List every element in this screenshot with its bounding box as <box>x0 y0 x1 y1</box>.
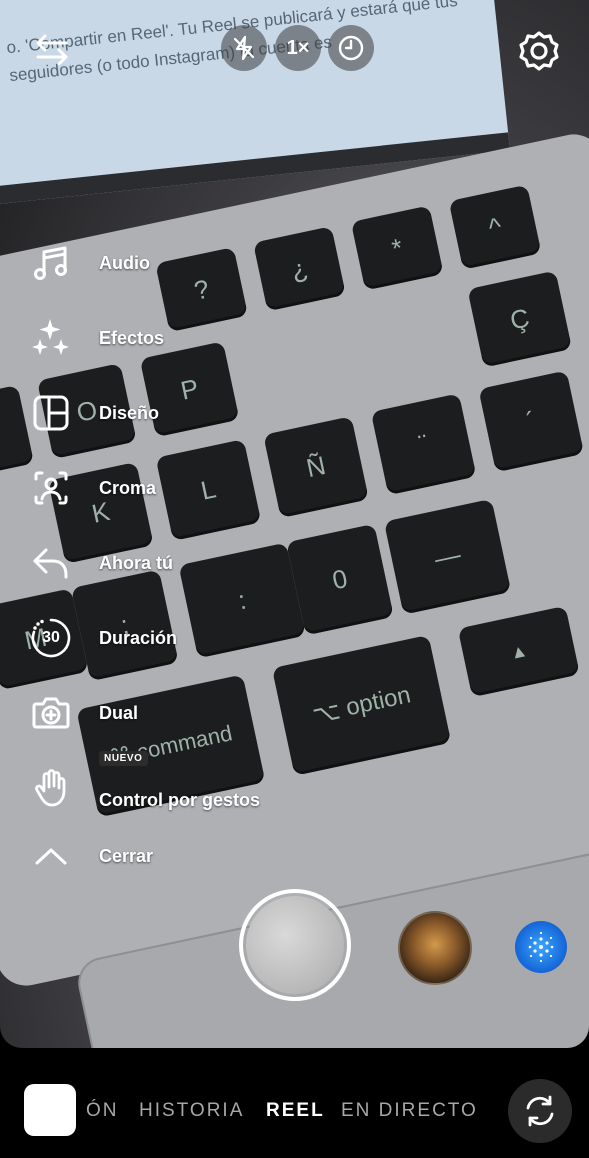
switch-camera-side-icon[interactable] <box>30 28 74 72</box>
effect-thumbnail-dots[interactable] <box>515 921 567 973</box>
menu-item-close[interactable]: Cerrar <box>26 831 326 881</box>
menu-item-dual[interactable]: Dual <box>26 688 326 738</box>
menu-item-label: Diseño <box>99 402 160 423</box>
bottom-bar: ÓN HISTORIA REEL EN DIRECTO <box>0 1048 589 1158</box>
menu-item-green-screen[interactable]: Croma <box>26 463 326 513</box>
menu-item-label: Croma <box>99 477 157 498</box>
hand-icon <box>26 763 76 813</box>
mode-tab-live[interactable]: EN DIRECTO <box>341 1100 478 1122</box>
shutter-button[interactable] <box>239 889 351 1001</box>
dual-camera-icon <box>26 688 76 738</box>
keyboard-key: ¨ <box>370 393 477 496</box>
reply-arrow-icon <box>26 538 76 588</box>
menu-item-gesture-control[interactable]: NUEVO Control por gestos <box>26 751 326 813</box>
keyboard-key: Ç <box>467 270 573 368</box>
mode-tab-reel[interactable]: REEL <box>266 1100 325 1122</box>
menu-item-label: Dual <box>99 702 139 723</box>
keyboard-key: ▲ <box>457 605 580 698</box>
menu-item-label: Audio <box>99 252 150 273</box>
layout-icon <box>26 388 76 438</box>
menu-item-label: Cerrar <box>99 845 154 866</box>
flip-camera-button[interactable] <box>508 1079 572 1143</box>
menu-item-duration[interactable]: 30 Duración <box>26 613 326 663</box>
flash-off-icon[interactable] <box>221 25 267 71</box>
settings-gear-icon[interactable] <box>514 26 564 76</box>
keyboard-key: — <box>383 498 512 615</box>
duration-timer-icon: 30 <box>26 613 76 663</box>
flip-camera-icon <box>526 1095 554 1127</box>
mode-tab-publication[interactable]: ÓN <box>86 1100 119 1122</box>
new-badge: NUEVO <box>99 751 148 766</box>
menu-item-label: Control por gestos <box>99 790 260 810</box>
duration-value: 30 <box>42 629 60 646</box>
music-note-icon <box>26 238 76 288</box>
zoom-button[interactable]: 1× <box>275 25 321 71</box>
menu-item-effects[interactable]: Efectos <box>26 313 326 363</box>
menu-item-label: Duración <box>99 627 178 648</box>
effect-thumbnail-flowers[interactable] <box>398 911 472 985</box>
menu-item-audio[interactable]: Audio <box>26 238 326 288</box>
green-screen-icon <box>26 463 76 513</box>
dots-pattern-icon <box>528 931 554 963</box>
keyboard-key: ´ <box>478 370 585 473</box>
keyboard-key: * <box>350 205 444 291</box>
shutter-inner <box>246 896 344 994</box>
gallery-thumbnail[interactable] <box>24 1084 76 1136</box>
menu-item-label: Efectos <box>99 327 165 348</box>
menu-item-label: Ahora tú <box>99 552 173 573</box>
chevron-up-icon <box>26 831 76 881</box>
sparkles-icon <box>26 313 76 363</box>
timer-icon[interactable] <box>328 25 374 71</box>
menu-item-your-turn[interactable]: Ahora tú <box>26 538 326 588</box>
keyboard-key: ^ <box>448 184 542 270</box>
mode-tab-story[interactable]: HISTORIA <box>139 1100 244 1122</box>
menu-item-layout[interactable]: Diseño <box>26 388 326 438</box>
